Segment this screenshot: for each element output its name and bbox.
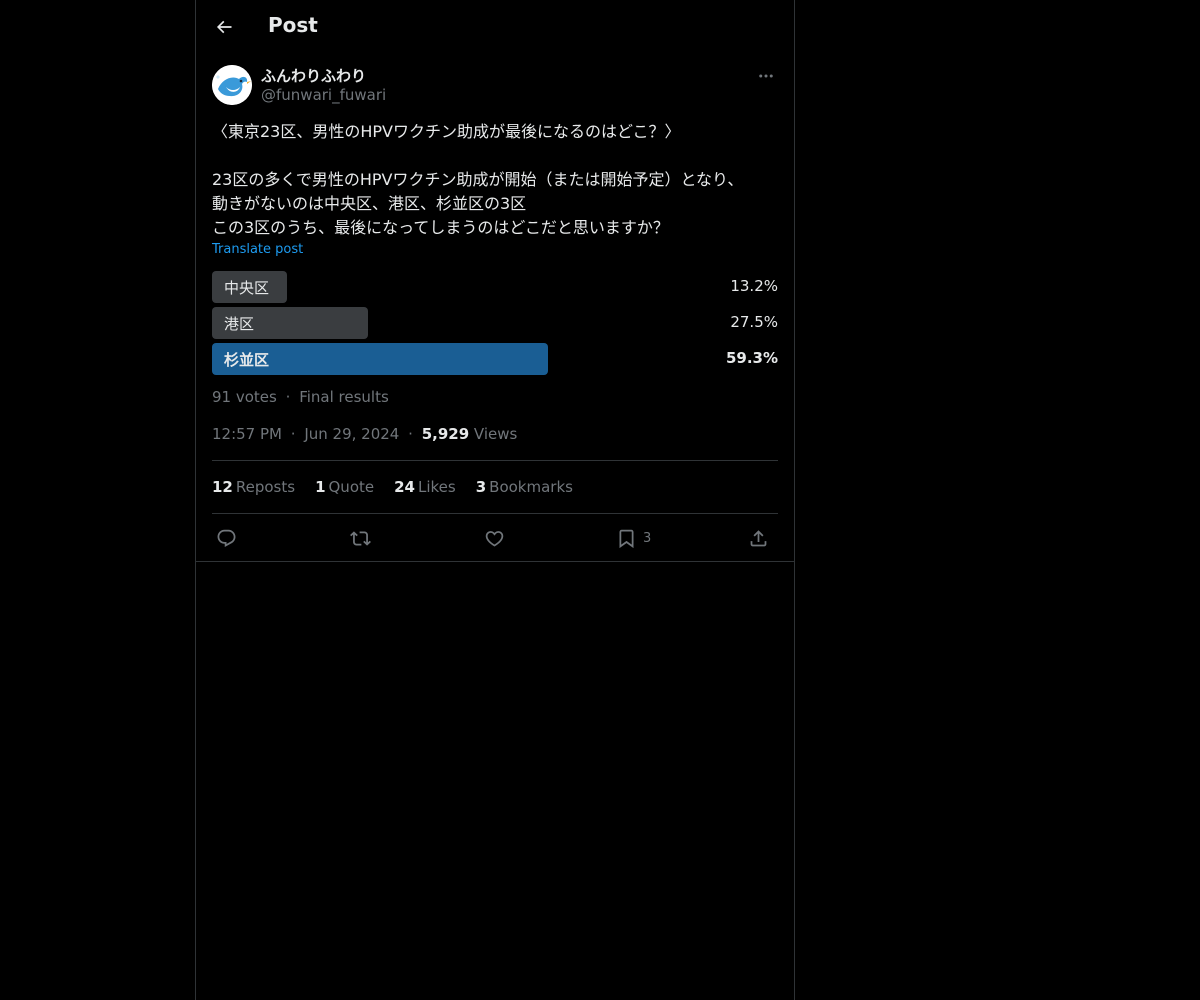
poll-status: Final results [299, 388, 389, 406]
poll-option: 中央区 13.2% [212, 271, 778, 303]
poll-option-winner: 杉並区 59.3% [212, 343, 778, 375]
reposts-stat[interactable]: 12 Reposts [212, 478, 295, 496]
poll-votes: 91 votes [212, 388, 277, 406]
poll-summary: 91 votes · Final results [212, 388, 389, 406]
stat-count: 3 [475, 478, 487, 496]
poll-option-label: 中央区 [224, 279, 270, 297]
post-timestamp-row: 12:57 PM · Jun 29, 2024 · 5,929 Views [212, 425, 517, 443]
quotes-stat[interactable]: 1 Quote [315, 478, 374, 496]
share-icon [750, 529, 767, 546]
bookmark-count: 3 [643, 530, 652, 546]
divider [212, 460, 778, 461]
poll-option-percent: 13.2% [730, 277, 778, 295]
reply-icon [217, 529, 236, 547]
page-title: Post [268, 13, 318, 37]
post-author-row: ふんわりふわり @funwari_fuwari [212, 64, 778, 108]
translate-post-link[interactable]: Translate post [212, 242, 303, 257]
repost-button[interactable] [350, 524, 371, 552]
bookmarks-stat[interactable]: 3 Bookmarks [476, 478, 573, 496]
arrow-left-icon [216, 20, 232, 34]
poll-option-label: 杉並区 [224, 351, 270, 369]
separator: · [290, 425, 296, 443]
stat-count: 12 [212, 478, 233, 496]
page-header: Post [196, 0, 794, 54]
stat-count: 24 [394, 478, 415, 496]
stat-label: Quote [328, 478, 375, 496]
action-bar: 3 [212, 524, 778, 552]
views-label: Views [473, 425, 518, 443]
heart-icon [485, 530, 504, 547]
divider [212, 513, 778, 514]
post-column: Post ふんわりふわり @funwari_fuwari 〈東京23区、男性のH… [195, 0, 795, 1000]
bookmark-button[interactable]: 3 [616, 524, 651, 552]
stat-label: Bookmarks [489, 478, 573, 496]
share-button[interactable] [748, 524, 769, 552]
like-button[interactable] [484, 524, 505, 552]
bird-avatar-icon [212, 65, 252, 105]
bookmark-icon [619, 529, 634, 548]
separator: · [285, 388, 291, 406]
likes-stat[interactable]: 24 Likes [394, 478, 456, 496]
post-date[interactable]: Jun 29, 2024 [304, 425, 399, 443]
poll-option-percent: 59.3% [725, 349, 778, 367]
avatar[interactable] [212, 65, 252, 105]
post-time[interactable]: 12:57 PM [212, 425, 282, 443]
poll-option-percent: 27.5% [730, 313, 778, 331]
stat-label: Likes [417, 478, 456, 496]
author-handle[interactable]: @funwari_fuwari [261, 86, 386, 104]
post-bottom-border [196, 561, 794, 562]
back-button[interactable] [208, 11, 240, 43]
views-count: 5,929 [421, 425, 470, 443]
stat-count: 1 [315, 478, 326, 496]
poll-option: 港区 27.5% [212, 307, 778, 339]
more-dots-icon [759, 74, 773, 78]
post-text: 〈東京23区、男性のHPVワクチン助成が最後になるのはどこ？〉 23区の多くで男… [212, 122, 744, 237]
engagement-stats: 12 Reposts 1 Quote 24 Likes 3 Bookmarks [212, 478, 593, 496]
author-display-name[interactable]: ふんわりふわり [261, 65, 366, 86]
stat-label: Reposts [235, 478, 296, 496]
repost-icon [350, 530, 371, 546]
poll: 中央区 13.2% 港区 27.5% 杉並区 59.3% [212, 271, 778, 379]
poll-option-label: 港区 [224, 315, 255, 333]
reply-button[interactable] [216, 524, 237, 552]
separator: · [408, 425, 413, 443]
more-options-button[interactable] [754, 64, 778, 88]
